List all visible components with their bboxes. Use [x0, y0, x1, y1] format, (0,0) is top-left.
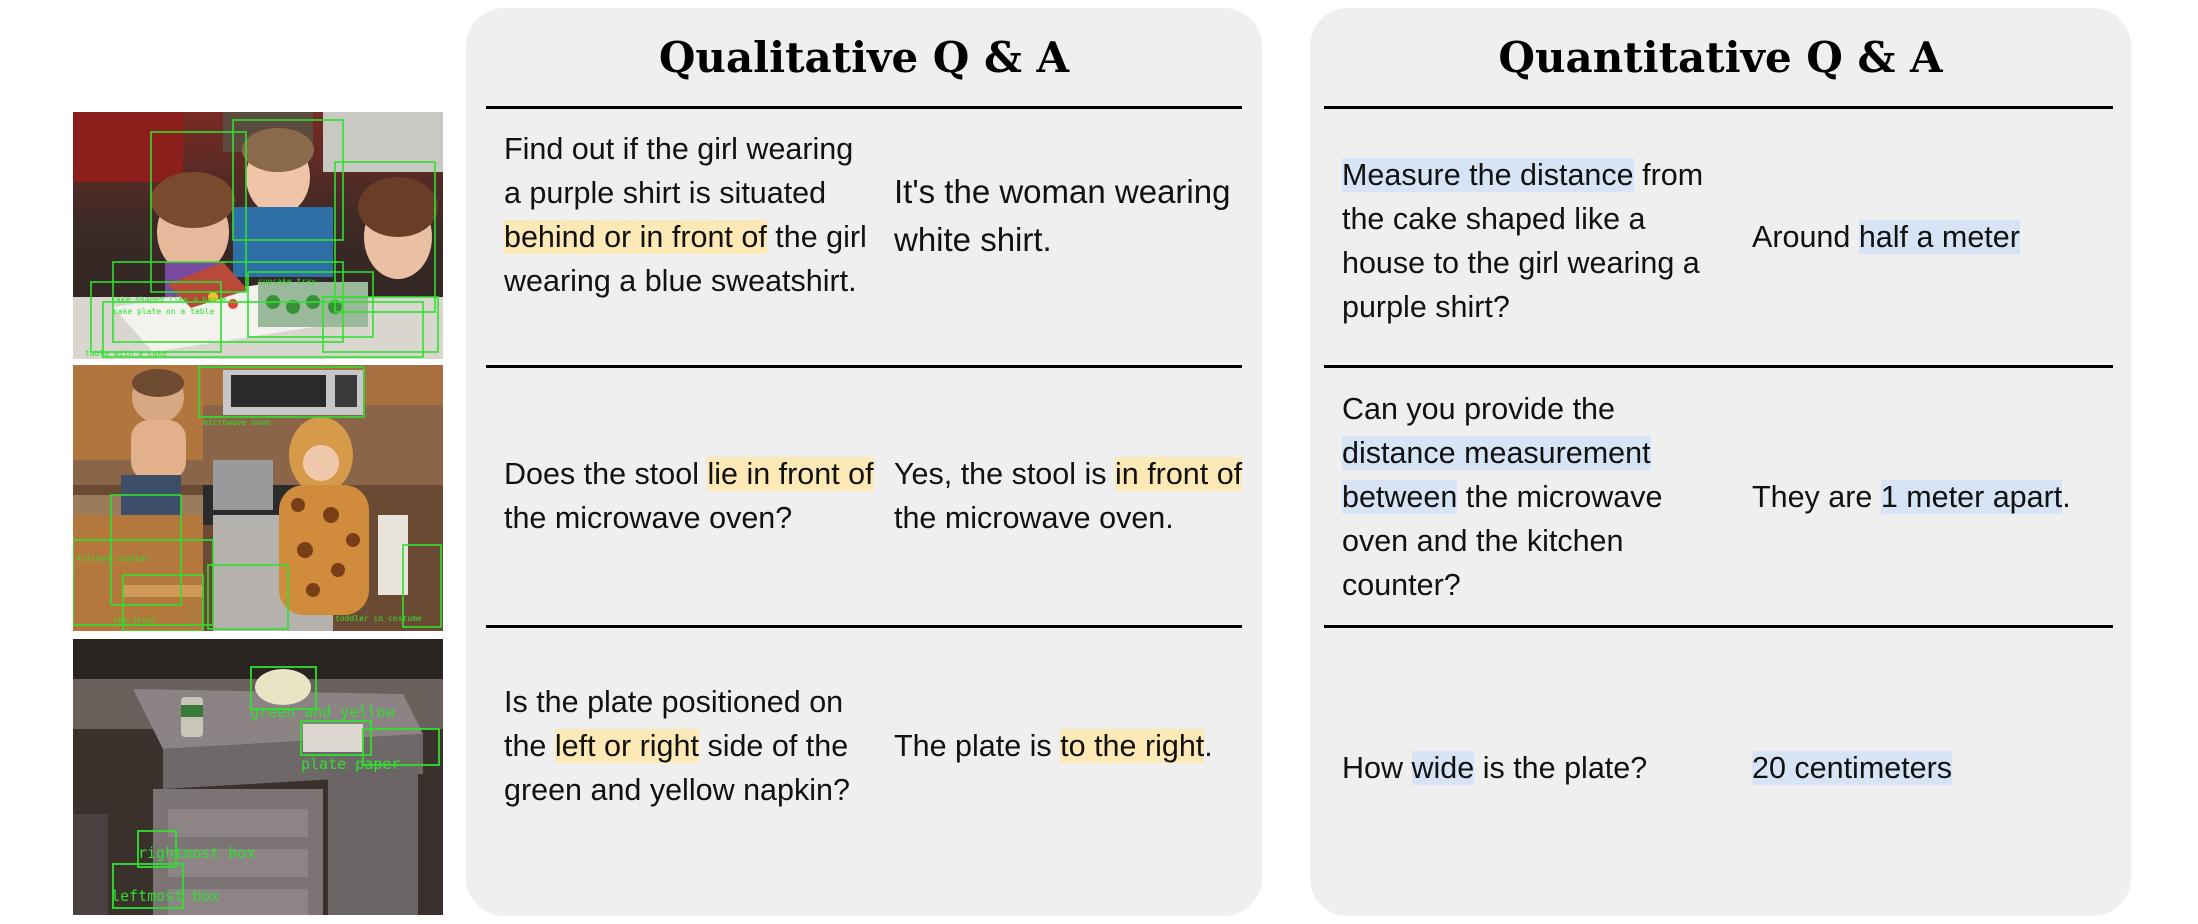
- quantitative-answer-3: 20 centimeters: [1752, 746, 2112, 790]
- text-segment: The plate is: [894, 729, 1061, 763]
- highlighted-phrase: to the right: [1060, 729, 1205, 763]
- box-label: leftmost box: [111, 887, 219, 905]
- box-label: green and yellow: [250, 703, 395, 721]
- divider: [486, 365, 1242, 368]
- divider: [486, 106, 1242, 109]
- qualitative-answer-1: It's the woman wearing white shirt.: [894, 168, 1239, 264]
- quantitative-question-2: Can you provide the distance measurement…: [1342, 387, 1702, 607]
- highlighted-phrase: behind or in front of: [504, 220, 767, 254]
- box-label: table with a cake: [85, 349, 167, 358]
- quantitative-answer-2: They are 1 meter apart.: [1752, 475, 2112, 519]
- quantitative-title: Quantitative Q & A: [1498, 33, 1943, 82]
- photo-birthday-cake: cake shaped like a house cake plate on a…: [73, 112, 443, 359]
- text-segment: Does the stool: [504, 457, 708, 491]
- quantitative-panel: Quantitative Q & A Measure the distance …: [1310, 8, 2131, 916]
- qualitative-answer-2: Yes, the stool is in front of the microw…: [894, 452, 1244, 540]
- qualitative-question-1: Find out if the girl wearing a purple sh…: [504, 127, 874, 303]
- divider: [1324, 625, 2113, 628]
- highlighted-phrase: left or right: [554, 729, 699, 763]
- box-label: toddler in costume: [335, 614, 422, 623]
- text-segment: .: [2062, 480, 2071, 514]
- box-label: cake shaped like a house: [111, 295, 227, 304]
- text-segment: Around: [1752, 220, 1859, 254]
- divider: [486, 625, 1242, 628]
- text-segment: Can you provide the: [1342, 392, 1615, 426]
- text-segment: Find out if the girl wearing a purple sh…: [504, 132, 854, 210]
- box-label: kitchen counter: [77, 554, 149, 563]
- text-segment: It's the woman wearing white shirt.: [894, 173, 1231, 258]
- text-segment: .: [1204, 729, 1213, 763]
- highlighted-phrase: 20 centimeters: [1752, 751, 1953, 785]
- text-segment: How: [1342, 751, 1412, 785]
- divider: [1324, 365, 2113, 368]
- text-segment: They are: [1752, 480, 1881, 514]
- text-segment: the microwave oven.: [894, 501, 1174, 535]
- box-label: plate paper: [301, 755, 400, 773]
- qualitative-title: Qualitative Q & A: [658, 33, 1070, 82]
- box-label: microwave oven: [203, 418, 271, 427]
- box-label: cake plate on a table: [113, 307, 214, 316]
- highlighted-phrase: wide: [1411, 751, 1475, 785]
- qualitative-panel: Qualitative Q & A Find out if the girl w…: [466, 8, 1262, 916]
- quantitative-answer-1: Around half a meter: [1752, 215, 2112, 259]
- qualitative-answer-3: The plate is to the right.: [894, 724, 1214, 768]
- quantitative-question-1: Measure the distance from the cake shape…: [1342, 153, 1732, 329]
- box-label: cupcake tray: [258, 277, 316, 286]
- photo-kitchen: microwave oven the stool kitchen counter…: [73, 365, 443, 631]
- quantitative-question-3: How wide is the plate?: [1342, 746, 1732, 790]
- text-segment: the microwave oven?: [504, 501, 793, 535]
- box-label: rightmost box: [138, 844, 255, 862]
- photo-plate: green and yellow plate paper rightmost b…: [73, 639, 443, 915]
- qualitative-question-2: Does the stool lie in front of the micro…: [504, 452, 874, 540]
- highlighted-phrase: lie in front of: [707, 457, 874, 491]
- highlighted-phrase: half a meter: [1858, 220, 2020, 254]
- highlighted-phrase: in front of: [1114, 457, 1243, 491]
- qualitative-question-3: Is the plate positioned on the left or r…: [504, 680, 874, 812]
- text-segment: is the plate?: [1474, 751, 1648, 785]
- highlighted-phrase: Measure the distance: [1342, 158, 1634, 192]
- divider: [1324, 106, 2113, 109]
- box-label: the stool: [113, 616, 157, 625]
- highlighted-phrase: 1 meter apart: [1880, 480, 2063, 514]
- text-segment: Yes, the stool is: [894, 457, 1115, 491]
